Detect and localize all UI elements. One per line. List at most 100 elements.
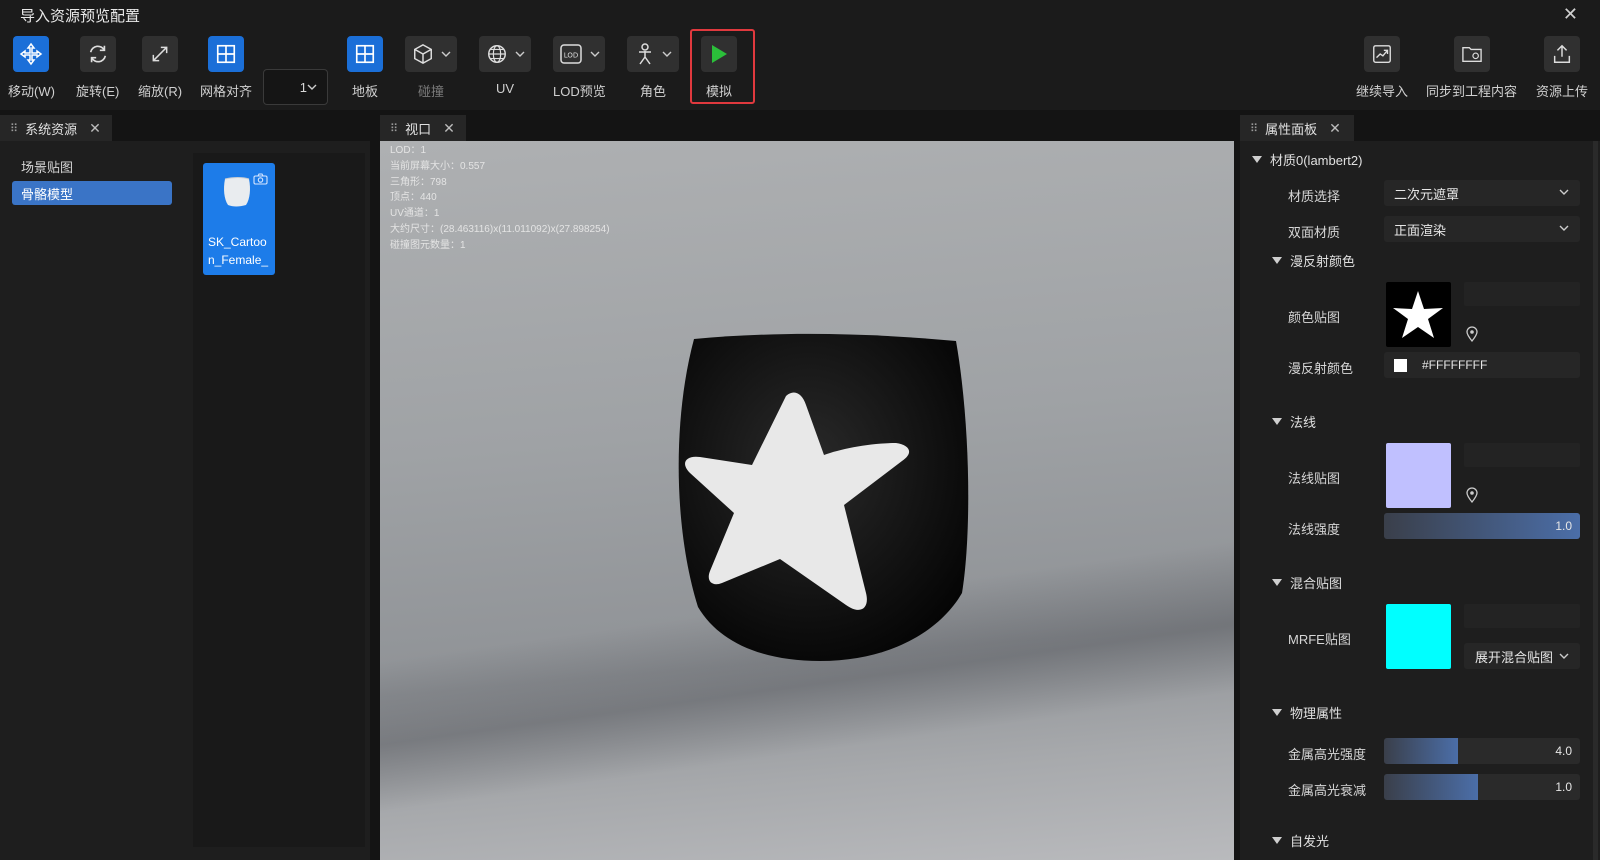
uv-dropdown[interactable]: UV [479,36,531,96]
metal-falloff-slider[interactable]: 1.0 [1384,774,1580,800]
character-dropdown[interactable]: 角色 [627,36,679,100]
scale-tool-button[interactable]: 缩放(R) [138,36,182,100]
normal-section-header[interactable]: 法线 [1272,412,1316,431]
material-select-dropdown[interactable]: 二次元遮罩 [1384,180,1580,206]
viewport-tab[interactable]: ⠿ 视口 ✕ [380,115,466,141]
info-lod: LOD：1 [390,145,427,156]
grid-size-value: 1 [299,79,307,95]
floor-button[interactable]: 地板 [347,36,383,100]
rotate-tool-button[interactable]: 旋转(E) [76,36,119,100]
rotate-icon [79,36,116,72]
info-screen-size: 当前屏幕大小：0.557 [390,160,486,172]
system-resources-panel: 场景贴图 骨骼模型 SK_Cartoon_Female_ [0,141,370,860]
upload-button[interactable]: 资源上传 [1536,36,1588,100]
move-label: 移动(W) [8,84,55,99]
blend-section-header[interactable]: 混合贴图 [1272,573,1342,592]
simulate-highlight [690,29,755,104]
grid-size-dropdown[interactable]: 1 [263,69,328,105]
locate-pin-icon[interactable] [1466,487,1478,503]
asset-grid: SK_Cartoon_Female_ [193,153,365,847]
info-collision-count: 碰撞图元数量：1 [390,239,466,251]
sync-project-button[interactable]: 同步到工程内容 [1426,36,1517,100]
continue-import-label: 继续导入 [1356,84,1409,99]
system-resources-tab[interactable]: ⠿ 系统资源 ✕ [0,115,112,141]
folder-sync-icon [1453,36,1490,72]
mesh-info-overlay: LOD：1 当前屏幕大小：0.557 三角形：798 顶点：440 UV通道：1… [390,143,610,254]
uv-sphere-icon [479,36,531,72]
diffuse-section-header[interactable]: 漫反射颜色 [1272,251,1355,270]
color-texture-label: 颜色贴图 [1288,310,1341,325]
lod-icon: LOD [553,36,606,72]
asset-name: SK_Cartoon_Female_ [208,235,269,267]
properties-tab[interactable]: ⠿ 属性面板 ✕ [1240,115,1354,141]
normal-texture-thumbnail[interactable] [1386,443,1451,508]
character-label: 角色 [639,84,666,99]
lod-preview-dropdown[interactable]: LOD LOD预览 [553,36,606,100]
normal-texture-path[interactable] [1464,443,1580,467]
mrfe-texture-path[interactable] [1464,604,1580,628]
svg-text:LOD: LOD [564,52,579,60]
collision-cube-icon [405,36,457,72]
collapse-triangle-icon [1272,257,1282,264]
emissive-section-header[interactable]: 自发光 [1272,831,1329,850]
camera-icon[interactable] [253,173,268,185]
slider-fill [1384,738,1459,764]
floor-label: 地板 [351,84,378,99]
normal-strength-slider[interactable]: 1.0 [1384,513,1580,539]
metal-falloff-label: 金属高光衰减 [1288,783,1367,798]
drag-handle-icon[interactable]: ⠿ [10,122,18,135]
tree-item-scene-textures[interactable]: 场景贴图 [12,154,172,178]
metal-spec-slider[interactable]: 4.0 [1384,738,1580,764]
diffuse-color-label: 漫反射颜色 [1288,361,1354,376]
properties-scrollbar[interactable] [1593,141,1598,860]
3d-viewport[interactable]: LOD：1 当前屏幕大小：0.557 三角形：798 顶点：440 UV通道：1… [380,141,1234,860]
close-tab-icon[interactable]: ✕ [1329,120,1341,137]
double-side-label: 双面材质 [1288,225,1341,240]
normal-texture-label: 法线贴图 [1288,471,1341,486]
tree-item-skeletal-models[interactable]: 骨骼模型 [12,181,172,205]
drag-handle-icon[interactable]: ⠿ [390,122,398,135]
close-icon[interactable]: ✕ [1563,4,1578,25]
slider-value: 1.0 [1555,780,1572,794]
info-approx-size: 大约尺寸：(28.463116)x(11.011092)x(27.898254) [390,223,610,235]
move-tool-button[interactable]: 移动(W) [8,36,55,100]
close-tab-icon[interactable]: ✕ [443,120,455,137]
locate-pin-icon[interactable] [1466,326,1478,342]
continue-import-button[interactable]: 继续导入 [1356,36,1408,100]
system-resources-tab-label: 系统资源 [25,121,78,137]
collapse-triangle-icon [1272,579,1282,586]
collapse-triangle-icon [1272,418,1282,425]
metal-spec-label: 金属高光强度 [1288,747,1367,762]
resource-tree: 场景贴图 骨骼模型 [0,141,184,860]
color-texture-path[interactable] [1464,282,1580,306]
mesh-preview-model[interactable] [670,331,980,671]
scale-label: 缩放(R) [138,84,183,99]
color-swatch[interactable] [1394,358,1407,372]
window-title: 导入资源预览配置 [20,7,141,25]
double-side-dropdown[interactable]: 正面渲染 [1384,216,1580,242]
chevron-down-icon [1559,653,1569,659]
upload-label: 资源上传 [1536,84,1589,99]
chevron-down-icon [1559,225,1569,231]
color-texture-thumbnail[interactable] [1386,282,1451,347]
info-uv-channels: UV通道：1 [390,208,440,220]
close-tab-icon[interactable]: ✕ [89,120,101,137]
diffuse-color-field[interactable]: #FFFFFFFF [1384,352,1580,378]
drag-handle-icon[interactable]: ⠿ [1250,122,1258,135]
material-section-header[interactable]: 材质0(lambert2) [1252,150,1362,169]
move-icon [13,36,50,72]
mesh-thumbnail-icon [224,177,250,207]
collapse-triangle-icon [1252,156,1262,163]
physics-section-header[interactable]: 物理属性 [1272,703,1342,722]
mrfe-texture-thumbnail[interactable] [1386,604,1451,669]
asset-card[interactable]: SK_Cartoon_Female_ [203,163,275,275]
collision-dropdown[interactable]: 碰撞 [405,36,457,100]
scale-icon [142,36,179,72]
expand-blend-button[interactable]: 展开混合贴图 [1464,643,1580,669]
upload-icon [1544,36,1580,72]
info-vertices: 顶点：440 [390,192,437,204]
sync-project-label: 同步到工程内容 [1426,84,1518,99]
grid-snap-button[interactable]: 网格对齐 [200,36,252,100]
slider-fill [1384,513,1580,539]
properties-tab-label: 属性面板 [1265,121,1318,137]
